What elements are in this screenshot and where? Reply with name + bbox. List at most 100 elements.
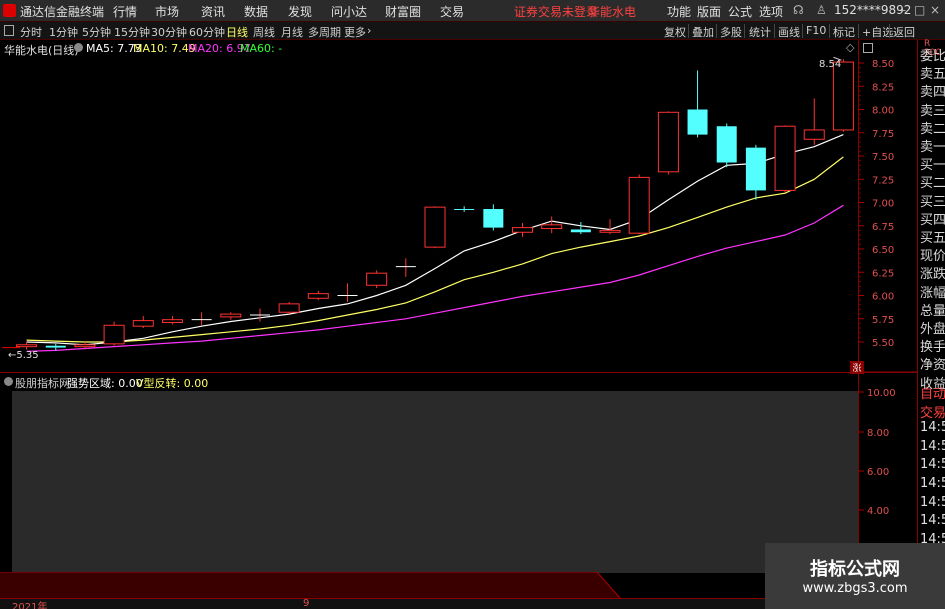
restore-icon[interactable]: □ bbox=[914, 3, 925, 17]
menu-item-formula[interactable]: 公式 bbox=[728, 3, 752, 20]
price-tick-label: 7.00 bbox=[872, 199, 894, 210]
btn-f10[interactable]: F10 bbox=[806, 24, 826, 37]
menu-item-data[interactable]: 数据 bbox=[244, 3, 268, 20]
candle-body bbox=[366, 272, 388, 286]
menu-item-news[interactable]: 资讯 bbox=[201, 3, 225, 20]
candle-body bbox=[657, 111, 679, 173]
menu-item-options[interactable]: 选项 bbox=[759, 3, 783, 20]
price-tick-label: 6.25 bbox=[872, 268, 894, 279]
low-price-label: ←5.35 bbox=[8, 350, 39, 361]
candle-body bbox=[512, 227, 534, 233]
period-daily[interactable]: 日线 bbox=[226, 24, 248, 40]
quote-field-label: 委比 bbox=[920, 49, 945, 64]
period-monthly[interactable]: 月线 bbox=[281, 24, 303, 40]
candle-body bbox=[745, 147, 766, 191]
menu-item-wealth[interactable]: 财富圈 bbox=[385, 3, 421, 20]
watermark-url: www.zbgs3.com bbox=[802, 581, 908, 596]
price-tick-label: 8.50 bbox=[872, 59, 894, 70]
candle bbox=[16, 342, 38, 350]
candle-body bbox=[45, 345, 66, 348]
indicator-name[interactable]: 股朋指标网 bbox=[15, 375, 70, 391]
trade-list-item: 交易 bbox=[920, 405, 945, 421]
candlestick-chart[interactable] bbox=[0, 56, 858, 376]
period-weekly[interactable]: 周线 bbox=[253, 24, 275, 40]
period-30min[interactable]: 30分钟 bbox=[151, 24, 187, 40]
candle-body bbox=[570, 229, 591, 233]
main-chart-header: 华能水电(日线) MA5: 7.73 MA10: 7.49 MA20: 6.97… bbox=[0, 41, 858, 57]
date-axis: 2021年 9 bbox=[0, 598, 858, 609]
candle bbox=[249, 308, 270, 322]
sub-tick-label: 10.00 bbox=[867, 388, 896, 399]
btn-adjust[interactable]: 复权 bbox=[664, 24, 686, 40]
candle bbox=[454, 206, 475, 212]
login-status[interactable]: 证券交易未登录 bbox=[514, 3, 598, 20]
period-menu-icon[interactable] bbox=[4, 25, 14, 36]
quote-field-label: 卖一 bbox=[920, 140, 945, 155]
candle-body bbox=[541, 224, 563, 230]
price-tick-label: 6.75 bbox=[872, 222, 894, 233]
quote-field-label: 涨幅 bbox=[920, 285, 945, 301]
candle bbox=[512, 222, 534, 237]
current-stock: 华能水电 bbox=[588, 5, 637, 19]
quote-field-label: 卖四 bbox=[920, 85, 945, 101]
app-title: 通达信金融终端 bbox=[20, 5, 105, 19]
ma-settings-icon[interactable] bbox=[74, 43, 83, 52]
menu-item-layout[interactable]: 版面 bbox=[697, 3, 721, 20]
close-icon[interactable]: × bbox=[930, 3, 940, 17]
headset-icon[interactable]: ☊ bbox=[793, 3, 804, 17]
minimize-icon[interactable]: – bbox=[900, 3, 906, 17]
candle-body bbox=[599, 229, 621, 233]
menu-item-ask[interactable]: 问小达 bbox=[331, 3, 367, 20]
diamond-icon[interactable]: ◇ bbox=[846, 41, 854, 54]
btn-multi-stock[interactable]: 多股 bbox=[720, 24, 742, 40]
btn-draw[interactable]: 画线 bbox=[778, 24, 800, 40]
menu-item-discover[interactable]: 发现 bbox=[288, 3, 312, 20]
quote-field-label: 涨跌 bbox=[920, 267, 945, 283]
btn-overlay[interactable]: 叠加 bbox=[692, 24, 714, 40]
price-tick-label: 5.50 bbox=[872, 338, 894, 349]
candle bbox=[103, 321, 125, 346]
menu-item-quotes[interactable]: 行情 bbox=[113, 3, 137, 20]
menu-item-trade[interactable]: 交易 bbox=[440, 3, 464, 20]
candle bbox=[657, 111, 679, 175]
candle bbox=[366, 270, 388, 289]
period-intraday[interactable]: 分时 bbox=[20, 24, 42, 40]
period-more[interactable]: 更多 bbox=[344, 24, 366, 40]
quote-field-label: 卖二 bbox=[920, 121, 945, 137]
period-5min[interactable]: 5分钟 bbox=[82, 24, 111, 40]
btn-back[interactable]: 返回 bbox=[893, 24, 915, 40]
candle-body bbox=[774, 125, 796, 191]
indicator-area[interactable] bbox=[12, 391, 858, 573]
ma60-label: MA60: - bbox=[240, 42, 283, 55]
candle-body bbox=[74, 344, 96, 348]
period-1min[interactable]: 1分钟 bbox=[49, 24, 78, 40]
user-icon[interactable]: ♙ bbox=[816, 3, 827, 17]
period-15min[interactable]: 15分钟 bbox=[114, 24, 150, 40]
period-60min[interactable]: 60分钟 bbox=[189, 24, 225, 40]
btn-stats[interactable]: 统计 bbox=[749, 24, 771, 40]
candle bbox=[774, 125, 796, 193]
menu-item-market[interactable]: 市场 bbox=[155, 3, 179, 20]
watermark: 指标公式网 www.zbgs3.com bbox=[765, 543, 945, 609]
menu-item-function[interactable]: 功能 bbox=[667, 3, 691, 20]
price-tick-label: 7.50 bbox=[872, 152, 894, 163]
quote-field-label: 买一 bbox=[920, 158, 945, 174]
candle bbox=[687, 70, 708, 138]
candle-body bbox=[161, 319, 183, 323]
indicator-settings-icon[interactable] bbox=[4, 377, 13, 386]
trade-list-item: 14:5 bbox=[920, 476, 945, 491]
quote-field-label: 现价 bbox=[920, 249, 945, 265]
btn-mark[interactable]: 标记 bbox=[833, 24, 855, 40]
chevron-right-icon[interactable]: › bbox=[367, 24, 371, 37]
quote-field-label: 总量 bbox=[920, 303, 945, 319]
period-toolbar: 分时 1分钟 5分钟 15分钟 30分钟 60分钟 日线 周线 月线 多周期 更… bbox=[0, 22, 945, 40]
date-label-year: 2021年 bbox=[12, 602, 48, 609]
candle bbox=[132, 315, 154, 329]
candle bbox=[161, 315, 183, 325]
period-multi[interactable]: 多周期 bbox=[308, 24, 341, 40]
ma10-label: MA10: 7.49 bbox=[133, 42, 196, 55]
candle-body bbox=[687, 109, 708, 135]
app-logo-icon bbox=[3, 4, 16, 17]
candle-body bbox=[307, 293, 329, 299]
watermark-title: 指标公式网 bbox=[810, 559, 900, 580]
